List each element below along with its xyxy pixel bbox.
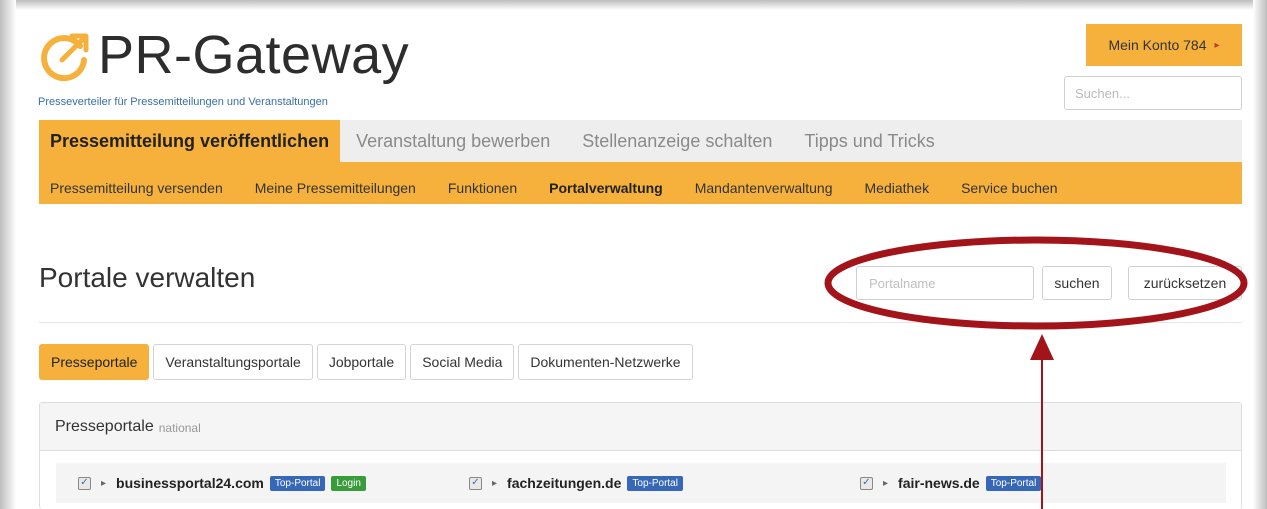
- brand-name: PR-Gateway: [98, 25, 410, 85]
- divider: [39, 322, 1242, 323]
- tab-pressemitteilung[interactable]: Pressemitteilung veröffentlichen: [39, 120, 341, 162]
- subnav-item-funktionen[interactable]: Funktionen: [448, 180, 517, 196]
- logo[interactable]: PR-Gateway: [38, 20, 438, 100]
- account-button[interactable]: Mein Konto 784 ▸: [1086, 24, 1242, 66]
- top-portal-badge: Top-Portal: [627, 475, 683, 491]
- expand-arrow-icon[interactable]: ▸: [883, 478, 888, 489]
- portal-panel: Presseportale national ✓ ▸ businessporta…: [39, 402, 1242, 509]
- subnav-item-mandanten[interactable]: Mandantenverwaltung: [695, 180, 833, 196]
- portal-row: ✓ ▸ businessportal24.com Top-Portal Logi…: [56, 463, 1226, 503]
- subnav-item-meine[interactable]: Meine Pressemitteilungen: [255, 180, 416, 196]
- brand-tagline: Presseverteiler für Pressemitteilungen u…: [38, 96, 328, 108]
- search-input[interactable]: [1064, 76, 1242, 110]
- checkbox-checked-icon[interactable]: ✓: [469, 476, 482, 490]
- expand-arrow-icon[interactable]: ▸: [492, 478, 497, 489]
- circular-arrow-logo-icon: [41, 33, 89, 82]
- tab-jobportale[interactable]: Jobportale: [316, 344, 407, 380]
- screenshot-frame: PR-Gateway Presseverteiler für Pressemit…: [0, 0, 1267, 509]
- subnav-item-service[interactable]: Service buchen: [961, 180, 1058, 196]
- subnav-item-mediathek[interactable]: Mediathek: [865, 180, 930, 196]
- tab-presseportale[interactable]: Presseportale: [39, 344, 150, 380]
- tab-dokumenten-netzwerke[interactable]: Dokumenten-Netzwerke: [518, 344, 693, 380]
- shadow-left: [0, 0, 16, 509]
- tab-veranstaltungsportale[interactable]: Veranstaltungsportale: [153, 344, 313, 380]
- tab-social-media[interactable]: Social Media: [410, 344, 515, 380]
- account-label: Mein Konto 784: [1108, 37, 1207, 53]
- list-item: ✓ ▸ fair-news.de Top-Portal: [860, 473, 1042, 493]
- top-portal-badge: Top-Portal: [985, 475, 1042, 491]
- top-portal-badge: Top-Portal: [269, 475, 326, 491]
- shadow-top: [0, 0, 1267, 10]
- nav-accent-strip: [39, 162, 1242, 172]
- subnav-item-versenden[interactable]: Pressemitteilung versenden: [50, 180, 223, 196]
- tab-veranstaltung[interactable]: Veranstaltung bewerben: [340, 120, 566, 162]
- checkbox-checked-icon[interactable]: ✓: [860, 476, 873, 490]
- caret-icon: ▸: [1214, 39, 1220, 51]
- checkbox-checked-icon[interactable]: ✓: [78, 476, 91, 490]
- panel-subtitle: national: [158, 421, 201, 435]
- list-item: ✓ ▸ businessportal24.com Top-Portal Logi…: [78, 473, 366, 493]
- login-badge[interactable]: Login: [331, 475, 366, 491]
- list-item: ✓ ▸ fachzeitungen.de Top-Portal: [469, 473, 683, 493]
- portal-tabs: Presseportale Veranstaltungsportale Jobp…: [39, 344, 693, 380]
- search-button[interactable]: suchen: [1042, 266, 1112, 300]
- subnav-item-portalverwaltung[interactable]: Portalverwaltung: [549, 180, 663, 196]
- tab-stellenanzeige[interactable]: Stellenanzeige schalten: [566, 120, 788, 162]
- sub-nav: Pressemitteilung versenden Meine Pressem…: [39, 172, 1242, 204]
- expand-arrow-icon[interactable]: ▸: [101, 478, 106, 489]
- portal-search-input[interactable]: [856, 266, 1034, 300]
- reset-button[interactable]: zurücksetzen: [1128, 266, 1242, 300]
- portal-name[interactable]: businessportal24.com: [116, 475, 264, 491]
- main-nav: Pressemitteilung veröffentlichen Veranst…: [39, 120, 1242, 162]
- panel-header: Presseportale national: [40, 403, 1241, 451]
- shadow-right: [1253, 0, 1267, 509]
- panel-title: Presseportale: [55, 417, 154, 435]
- portal-name[interactable]: fachzeitungen.de: [507, 475, 621, 491]
- page-title: Portale verwalten: [39, 262, 256, 293]
- portal-name[interactable]: fair-news.de: [898, 475, 980, 491]
- tab-tipps[interactable]: Tipps und Tricks: [788, 120, 950, 162]
- page: PR-Gateway Presseverteiler für Pressemit…: [16, 10, 1253, 509]
